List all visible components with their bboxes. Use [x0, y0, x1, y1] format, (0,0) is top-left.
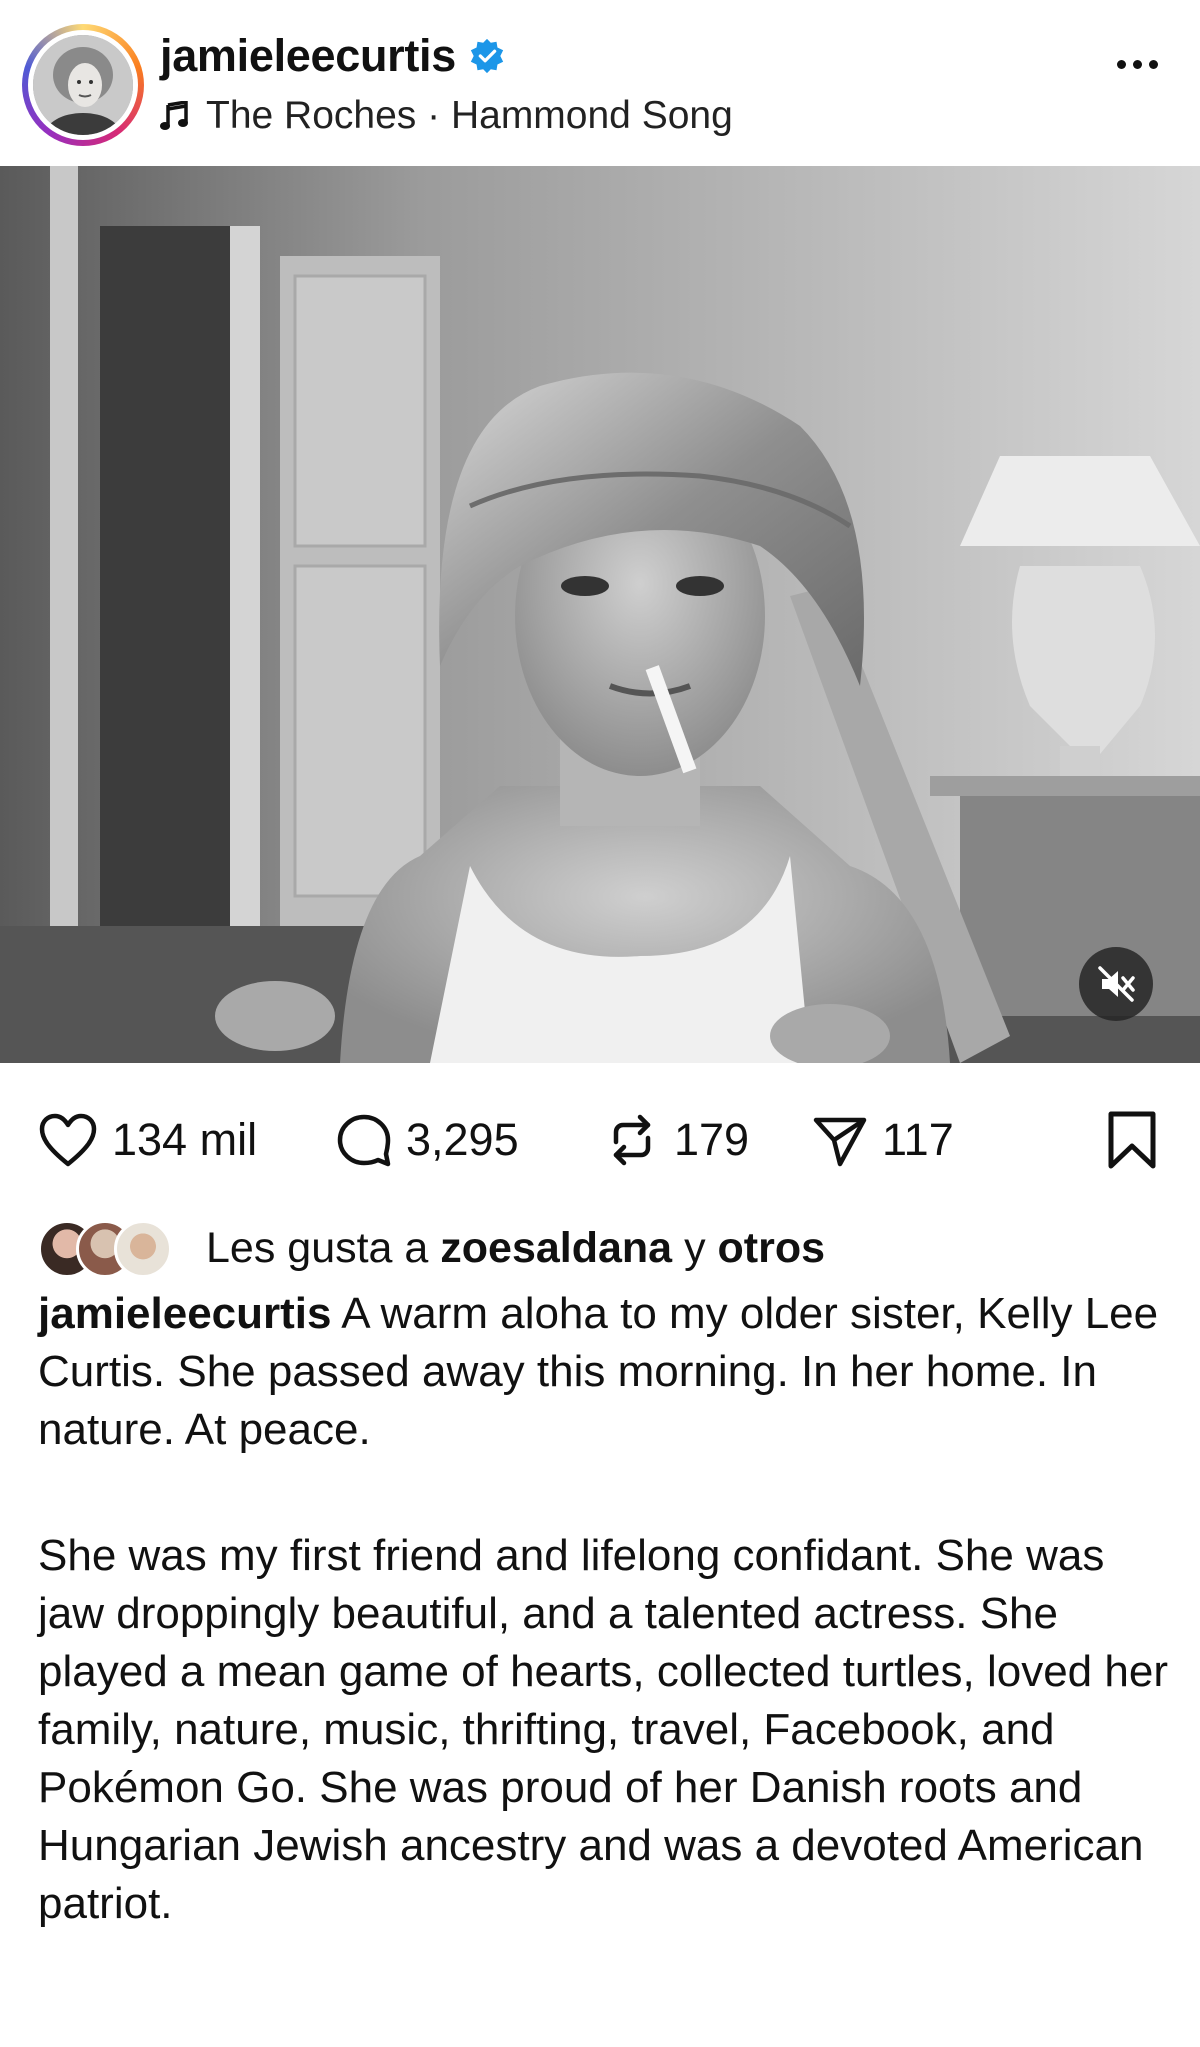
liker-avatars[interactable] — [38, 1220, 188, 1278]
share-count[interactable]: 117 — [882, 1114, 954, 1166]
post-photo — [0, 166, 1200, 1063]
post-author[interactable]: jamieleecurtis — [160, 30, 506, 82]
like-action[interactable]: 134 mil — [38, 1100, 257, 1180]
post-header: jamieleecurtis The Roches · Hammond Song — [0, 0, 1200, 166]
repost-count[interactable]: 179 — [674, 1114, 749, 1166]
caption-paragraph-1: jamieleecurtis A warm aloha to my older … — [38, 1285, 1168, 1459]
liked-by-connector: y — [684, 1223, 706, 1272]
caption-paragraph-2: She was my first friend and lifelong con… — [38, 1527, 1168, 1933]
avatar[interactable] — [33, 35, 133, 135]
like-count[interactable]: 134 mil — [112, 1114, 257, 1166]
action-bar: 134 mil 3,295 179 117 — [0, 1100, 1200, 1180]
story-ring[interactable] — [22, 24, 144, 146]
music-track[interactable]: The Roches · Hammond Song — [160, 94, 733, 138]
liked-by-prefix: Les gusta a — [206, 1223, 429, 1272]
more-horizontal-icon[interactable] — [1117, 60, 1158, 69]
post-caption: jamieleecurtis A warm aloha to my older … — [38, 1285, 1168, 2001]
music-separator: · — [427, 94, 441, 137]
comment-count[interactable]: 3,295 — [406, 1114, 519, 1166]
post-media[interactable] — [0, 166, 1200, 1063]
repost-icon[interactable] — [604, 1112, 660, 1168]
bookmark-icon[interactable] — [1106, 1110, 1158, 1175]
mute-icon[interactable] — [1079, 947, 1153, 1021]
caption-text-2: She was my first friend and lifelong con… — [38, 1531, 1168, 1928]
repost-action[interactable]: 179 — [604, 1100, 749, 1180]
music-track-title: Hammond Song — [450, 94, 733, 137]
liked-by[interactable]: Les gusta a zoesaldana y otros — [38, 1218, 825, 1278]
music-artist: The Roches — [206, 94, 417, 137]
verified-badge-icon — [470, 38, 504, 74]
caption-author[interactable]: jamieleecurtis — [38, 1289, 332, 1338]
music-note-icon — [160, 101, 188, 130]
liked-by-user[interactable]: zoesaldana — [440, 1224, 672, 1272]
avatar[interactable] — [114, 1220, 172, 1278]
liked-by-others[interactable]: otros — [718, 1224, 826, 1272]
heart-icon[interactable] — [38, 1112, 98, 1168]
comment-action[interactable]: 3,295 — [336, 1100, 519, 1180]
username-text[interactable]: jamieleecurtis — [160, 30, 456, 82]
share-action[interactable]: 117 — [812, 1100, 954, 1180]
share-icon[interactable] — [812, 1112, 868, 1168]
comment-icon[interactable] — [336, 1112, 392, 1168]
